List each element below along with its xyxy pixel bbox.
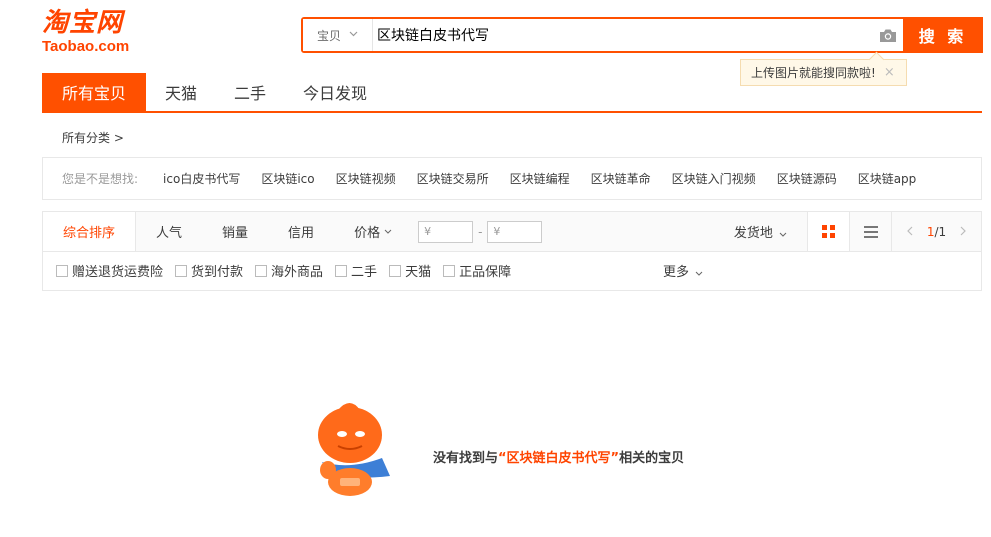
price-range: ¥ - ¥ <box>418 220 543 243</box>
filter-authentic-guarantee[interactable]: 正品保障 <box>443 261 511 280</box>
search-type-label: 宝贝 <box>316 28 341 43</box>
location-filter[interactable]: 发货地 <box>714 222 807 241</box>
sort-popularity[interactable]: 人气 <box>136 212 202 251</box>
suggestion-keyword[interactable]: 区块链ico <box>261 170 314 187</box>
no-results-keyword: “区块链白皮书代写” <box>498 451 620 466</box>
taobao-logo[interactable]: 淘宝网 Taobao.com <box>42 8 152 60</box>
page-total: /1 <box>934 224 947 239</box>
chevron-down-icon <box>779 232 787 237</box>
page-indicator: 1/1 <box>927 225 946 239</box>
checkbox[interactable] <box>255 264 268 277</box>
suggestion-bar: 您是不是想找: ico白皮书代写 区块链ico 区块链视频 区块链交易所 区块链… <box>42 157 982 200</box>
grid-view-icon[interactable] <box>807 212 849 251</box>
sort-right-tools: 发货地 1/1 <box>714 212 981 251</box>
search-type-select[interactable]: 宝贝 <box>303 19 373 51</box>
tab-today-discover[interactable]: 今日发现 <box>285 73 385 111</box>
checkbox[interactable] <box>443 264 456 277</box>
chevron-down-icon <box>695 271 703 276</box>
search-tabs: 所有宝贝 天猫 二手 今日发现 <box>42 73 982 113</box>
search-input[interactable] <box>373 19 873 51</box>
no-results-prefix: 没有找到与 <box>433 451 499 466</box>
suggestion-keyword[interactable]: ico白皮书代写 <box>163 170 240 187</box>
list-view-icon[interactable] <box>849 212 891 251</box>
more-filters-button[interactable]: 更多 <box>663 261 703 280</box>
suggestion-keyword[interactable]: 区块链源码 <box>777 170 837 187</box>
checkbox[interactable] <box>335 264 348 277</box>
price-max-input[interactable]: ¥ <box>487 220 543 243</box>
checkbox[interactable] <box>389 264 402 277</box>
empty-results: 没有找到与“区块链白皮书代写”相关的宝贝 <box>300 400 720 505</box>
filter-cash-on-delivery[interactable]: 货到付款 <box>175 261 243 280</box>
checkbox[interactable] <box>56 264 68 277</box>
mini-pager: 1/1 <box>891 212 981 251</box>
no-results-message: 没有找到与“区块链白皮书代写”相关的宝贝 <box>433 447 684 466</box>
filter-row: 赠送退货运费险 货到付款 海外商品 二手 天猫 正品保障 更多 <box>42 251 982 291</box>
filter-label: 货到付款 <box>191 265 244 280</box>
logo-english: Taobao.com <box>42 38 130 55</box>
sort-sales[interactable]: 销量 <box>202 212 268 251</box>
sort-credit[interactable]: 信用 <box>268 212 334 251</box>
filter-overseas[interactable]: 海外商品 <box>255 261 323 280</box>
tab-second-hand[interactable]: 二手 <box>216 73 284 111</box>
suggestion-keyword[interactable]: 区块链编程 <box>510 170 570 187</box>
sort-bar: 综合排序 人气 销量 信用 价格 ¥ - ¥ 发货地 1/1 <box>42 211 982 252</box>
checkbox[interactable] <box>175 264 188 277</box>
location-label: 发货地 <box>733 226 773 241</box>
camera-icon[interactable] <box>873 19 903 51</box>
filter-label: 二手 <box>351 265 378 280</box>
price-range-dash: - <box>478 224 483 239</box>
suggestion-keyword[interactable]: 区块链入门视频 <box>672 170 756 187</box>
filter-label: 海外商品 <box>271 265 324 280</box>
suggestion-keyword[interactable]: 区块链交易所 <box>417 170 489 187</box>
tab-all-items[interactable]: 所有宝贝 <box>42 73 147 111</box>
price-min-input[interactable]: ¥ <box>418 220 474 243</box>
tab-tmall[interactable]: 天猫 <box>147 73 215 111</box>
taobao-mascot-icon <box>318 403 390 496</box>
sort-default[interactable]: 综合排序 <box>43 212 137 251</box>
suggestion-label: 您是不是想找: <box>62 172 139 186</box>
chevron-down-icon <box>349 30 358 40</box>
all-categories-link[interactable]: 所有分类 > <box>62 129 124 146</box>
search-bar: 宝贝 搜 索 <box>301 17 983 53</box>
sort-price-label: 价格 <box>354 226 381 241</box>
suggestion-keyword[interactable]: 区块链视频 <box>336 170 396 187</box>
chevron-down-icon <box>384 229 392 234</box>
logo-chinese: 淘宝网 <box>42 8 124 38</box>
chevron-left-icon[interactable] <box>906 225 913 239</box>
filter-label: 天猫 <box>405 265 432 280</box>
filter-second-hand[interactable]: 二手 <box>335 261 377 280</box>
filter-label: 赠送退货运费险 <box>72 265 164 280</box>
filter-tmall[interactable]: 天猫 <box>389 261 431 280</box>
sort-price[interactable]: 价格 <box>334 212 412 251</box>
chevron-right-icon[interactable] <box>960 225 967 239</box>
filter-label: 正品保障 <box>459 265 512 280</box>
suggestion-keyword[interactable]: 区块链app <box>858 170 917 187</box>
filter-return-shipping-insurance[interactable]: 赠送退货运费险 <box>56 261 163 280</box>
no-results-suffix: 相关的宝贝 <box>619 451 685 466</box>
more-label: 更多 <box>663 265 690 280</box>
search-button[interactable]: 搜 索 <box>903 17 983 53</box>
suggestion-keyword[interactable]: 区块链革命 <box>591 170 651 187</box>
